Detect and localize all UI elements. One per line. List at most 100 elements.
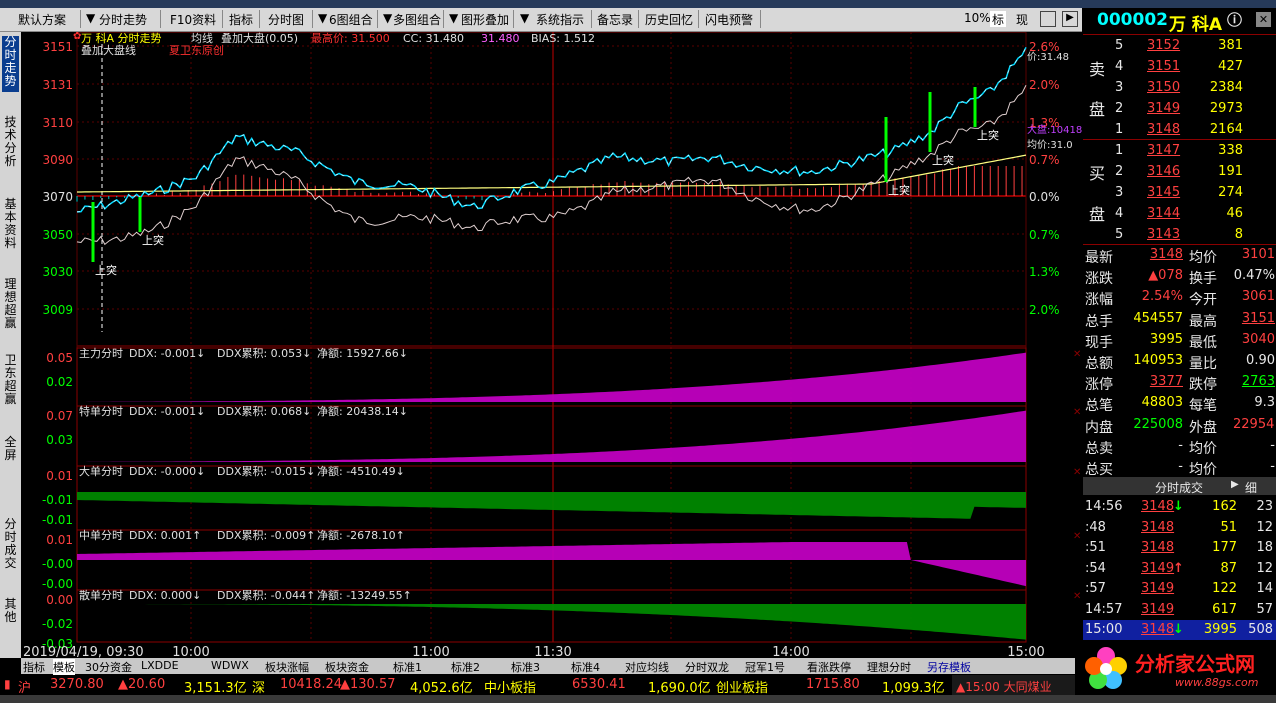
menu-dropdown-icon[interactable]: ▼ — [86, 11, 95, 27]
price-axis-label: 3009 — [42, 303, 73, 317]
stat-value: 2.54% — [1141, 289, 1183, 305]
sub-panel-net: 净额: -13249.55↑ — [317, 588, 412, 602]
bottom-tab[interactable]: 看涨跌停 — [807, 659, 851, 675]
left-sidebar: 分时走势 技术分析 基本资料 理想超赢 卫东超赢 全屏 分时成交 其他 — [0, 32, 22, 658]
tick-price: 3148 — [1141, 499, 1175, 514]
tick-count: 12 — [1256, 560, 1273, 576]
bottom-tab[interactable]: 理想分时 — [867, 659, 911, 675]
menu-dropdown-icon-4[interactable]: ▼ — [449, 11, 458, 27]
side-tab-technical[interactable]: 技术分析 — [2, 116, 19, 172]
tick-row[interactable]: :54 3149 ↑ 87 12 — [1083, 559, 1276, 580]
intraday-chart[interactable]: 3151 2.6%3131 2.0%3110 1.3%3090 0.7%3070 0.0%… — [21, 32, 1083, 658]
bottom-tab[interactable]: 板块资金 — [325, 659, 369, 675]
bottom-tab[interactable]: 指标 — [23, 659, 45, 675]
buy-level: 3 — [1115, 185, 1124, 200]
menu-default-scheme[interactable]: 默认方案 — [18, 11, 66, 27]
stat-value: - — [1178, 459, 1183, 474]
tick-row[interactable]: :48 3148 51 12 — [1083, 518, 1276, 539]
menu-memo[interactable]: 备忘录 — [597, 11, 633, 27]
overlay-line-label: 叠加大盘线 — [81, 43, 136, 57]
menu-system[interactable]: 系统指示 — [536, 11, 584, 27]
bottom-tab[interactable]: 对应均线 — [625, 659, 669, 675]
buy-price: 3145 — [1147, 185, 1181, 200]
bottom-tab[interactable]: 标准4 — [571, 659, 600, 675]
price-now-label: 价:31.48 — [1027, 51, 1069, 63]
menu-dropdown-icon-5[interactable]: ▼ — [520, 11, 529, 27]
menu-dropdown-icon-2[interactable]: ▼ — [318, 11, 327, 27]
menu-10pct[interactable]: 10% — [964, 11, 991, 27]
ticks-detail-tab[interactable]: 细 — [1245, 479, 1257, 496]
stat-label-2: 均价 — [1189, 250, 1217, 266]
tick-row[interactable]: :51 3148 177 18 — [1083, 538, 1276, 559]
side-tab-ideal[interactable]: 理想超赢 — [2, 278, 19, 334]
stat-row: 总笔 48803 每笔 9.3 — [1083, 393, 1276, 414]
tick-row[interactable]: 15:00 3148 ↓ 3995 508 — [1083, 620, 1276, 641]
menu-alert[interactable]: 闪电预警 — [705, 11, 753, 27]
stat-row: 内盘 225008 外盘 229549 — [1083, 415, 1276, 436]
bottom-tab[interactable]: 冠军1号 — [745, 659, 785, 675]
menu-history[interactable]: 历史回忆 — [645, 11, 693, 27]
sub-panel-ddx-acc: DDX累积: -0.044↑ — [217, 589, 315, 602]
bottom-tab[interactable]: 标准1 — [393, 659, 422, 675]
tick-volume: 3995 — [1203, 622, 1237, 637]
menu-now[interactable]: 现 — [1016, 11, 1028, 27]
side-tab-weidong[interactable]: 卫东超赢 — [2, 354, 19, 410]
stat-label: 内盘 — [1085, 419, 1113, 436]
side-tab-basic[interactable]: 基本资料 — [2, 198, 19, 254]
buy-volume: 274 — [1218, 185, 1243, 200]
stat-row: 涨幅 2.54% 今开 3061 — [1083, 287, 1276, 308]
sub-panel-net: 净额: 15927.66↓ — [317, 346, 408, 360]
close-icon[interactable]: ✕ — [1256, 12, 1271, 27]
stock-code: 000002 — [1097, 10, 1168, 30]
bottom-tab[interactable]: 标准2 — [451, 659, 480, 675]
time-axis-label: 11:00 — [412, 645, 449, 658]
bottom-tab[interactable]: 30分资金 — [85, 659, 132, 675]
side-tab-intraday[interactable]: 分时走势 — [2, 36, 19, 92]
bottom-tab[interactable]: 模板 — [53, 659, 75, 675]
buy-price: 3144 — [1147, 206, 1181, 221]
side-tab-other[interactable]: 其他 — [2, 598, 19, 628]
price-axis-label: 3090 — [42, 153, 73, 167]
info-icon[interactable]: ⓘ — [1227, 9, 1242, 30]
side-tab-fullscreen[interactable]: 全屏 — [2, 436, 19, 466]
stat-label: 最新 — [1085, 250, 1113, 266]
bottom-tab[interactable]: 板块涨幅 — [265, 659, 309, 675]
menu-dropdown-icon-3[interactable]: ▼ — [383, 11, 392, 27]
stat-value: 3995 — [1149, 331, 1183, 347]
scroll-right-icon[interactable]: ▶ — [1062, 11, 1078, 27]
menu-mark[interactable]: 标 — [990, 11, 1007, 27]
menu-intraday[interactable]: 分时走势 — [99, 11, 147, 27]
arrow-right-icon[interactable]: ▶ — [1231, 479, 1239, 490]
menu-indicator[interactable]: 指标 — [229, 11, 253, 27]
bottom-tab[interactable]: 另存模板 — [927, 659, 971, 675]
tick-row[interactable]: :57 3149 122 14 — [1083, 579, 1276, 600]
stat-value-2: 3101 — [1241, 247, 1275, 262]
bottom-tab[interactable]: 标准3 — [511, 659, 540, 675]
flower-logo-icon — [1085, 647, 1127, 689]
tick-volume: 162 — [1212, 499, 1237, 514]
sell-price: 3149 — [1147, 101, 1181, 116]
news-strip[interactable]: ▲15:00 大同煤业 — [952, 675, 1076, 695]
bottom-tab[interactable]: 分时双龙 — [685, 659, 729, 675]
stat-row: 涨跌 ▲078 换手 0.47% — [1083, 266, 1276, 287]
bottom-tab[interactable]: LXDDE — [141, 659, 179, 672]
side-tab-ticks[interactable]: 分时成交 — [2, 518, 19, 574]
stat-label-2: 每笔 — [1189, 398, 1217, 415]
menu-f10[interactable]: F10资料 — [170, 11, 216, 27]
buy-row: 2 3146 191 — [1083, 162, 1276, 183]
bottom-tab[interactable]: WDWX — [211, 659, 249, 672]
tick-row[interactable]: 14:56 3148 ↓ 162 23 — [1083, 497, 1276, 518]
menu-overlay[interactable]: 图形叠加 — [461, 11, 509, 27]
sub-panel-close-icon: ✕ — [1073, 407, 1081, 418]
menu-chart[interactable]: 分时图 — [268, 11, 304, 27]
menu-multi-combo[interactable]: 多图组合 — [393, 11, 441, 27]
menu-6-combo[interactable]: 6图组合 — [329, 11, 373, 27]
sub-panel-ddx-acc: DDX累积: 0.068↓ — [217, 405, 311, 418]
stat-row: 总买 - 均价 - — [1083, 457, 1276, 478]
ticker-cy-amount: 1,099.3亿 — [882, 681, 945, 696]
logo-title: 分析家公式网 — [1135, 652, 1255, 676]
tick-row[interactable]: 14:57 3149 617 57 — [1083, 600, 1276, 621]
ticker-sz-value: 10418.24 — [280, 677, 343, 692]
window-restore-icon[interactable] — [1040, 11, 1056, 27]
pct-axis-label: 0.0% — [1029, 190, 1060, 204]
